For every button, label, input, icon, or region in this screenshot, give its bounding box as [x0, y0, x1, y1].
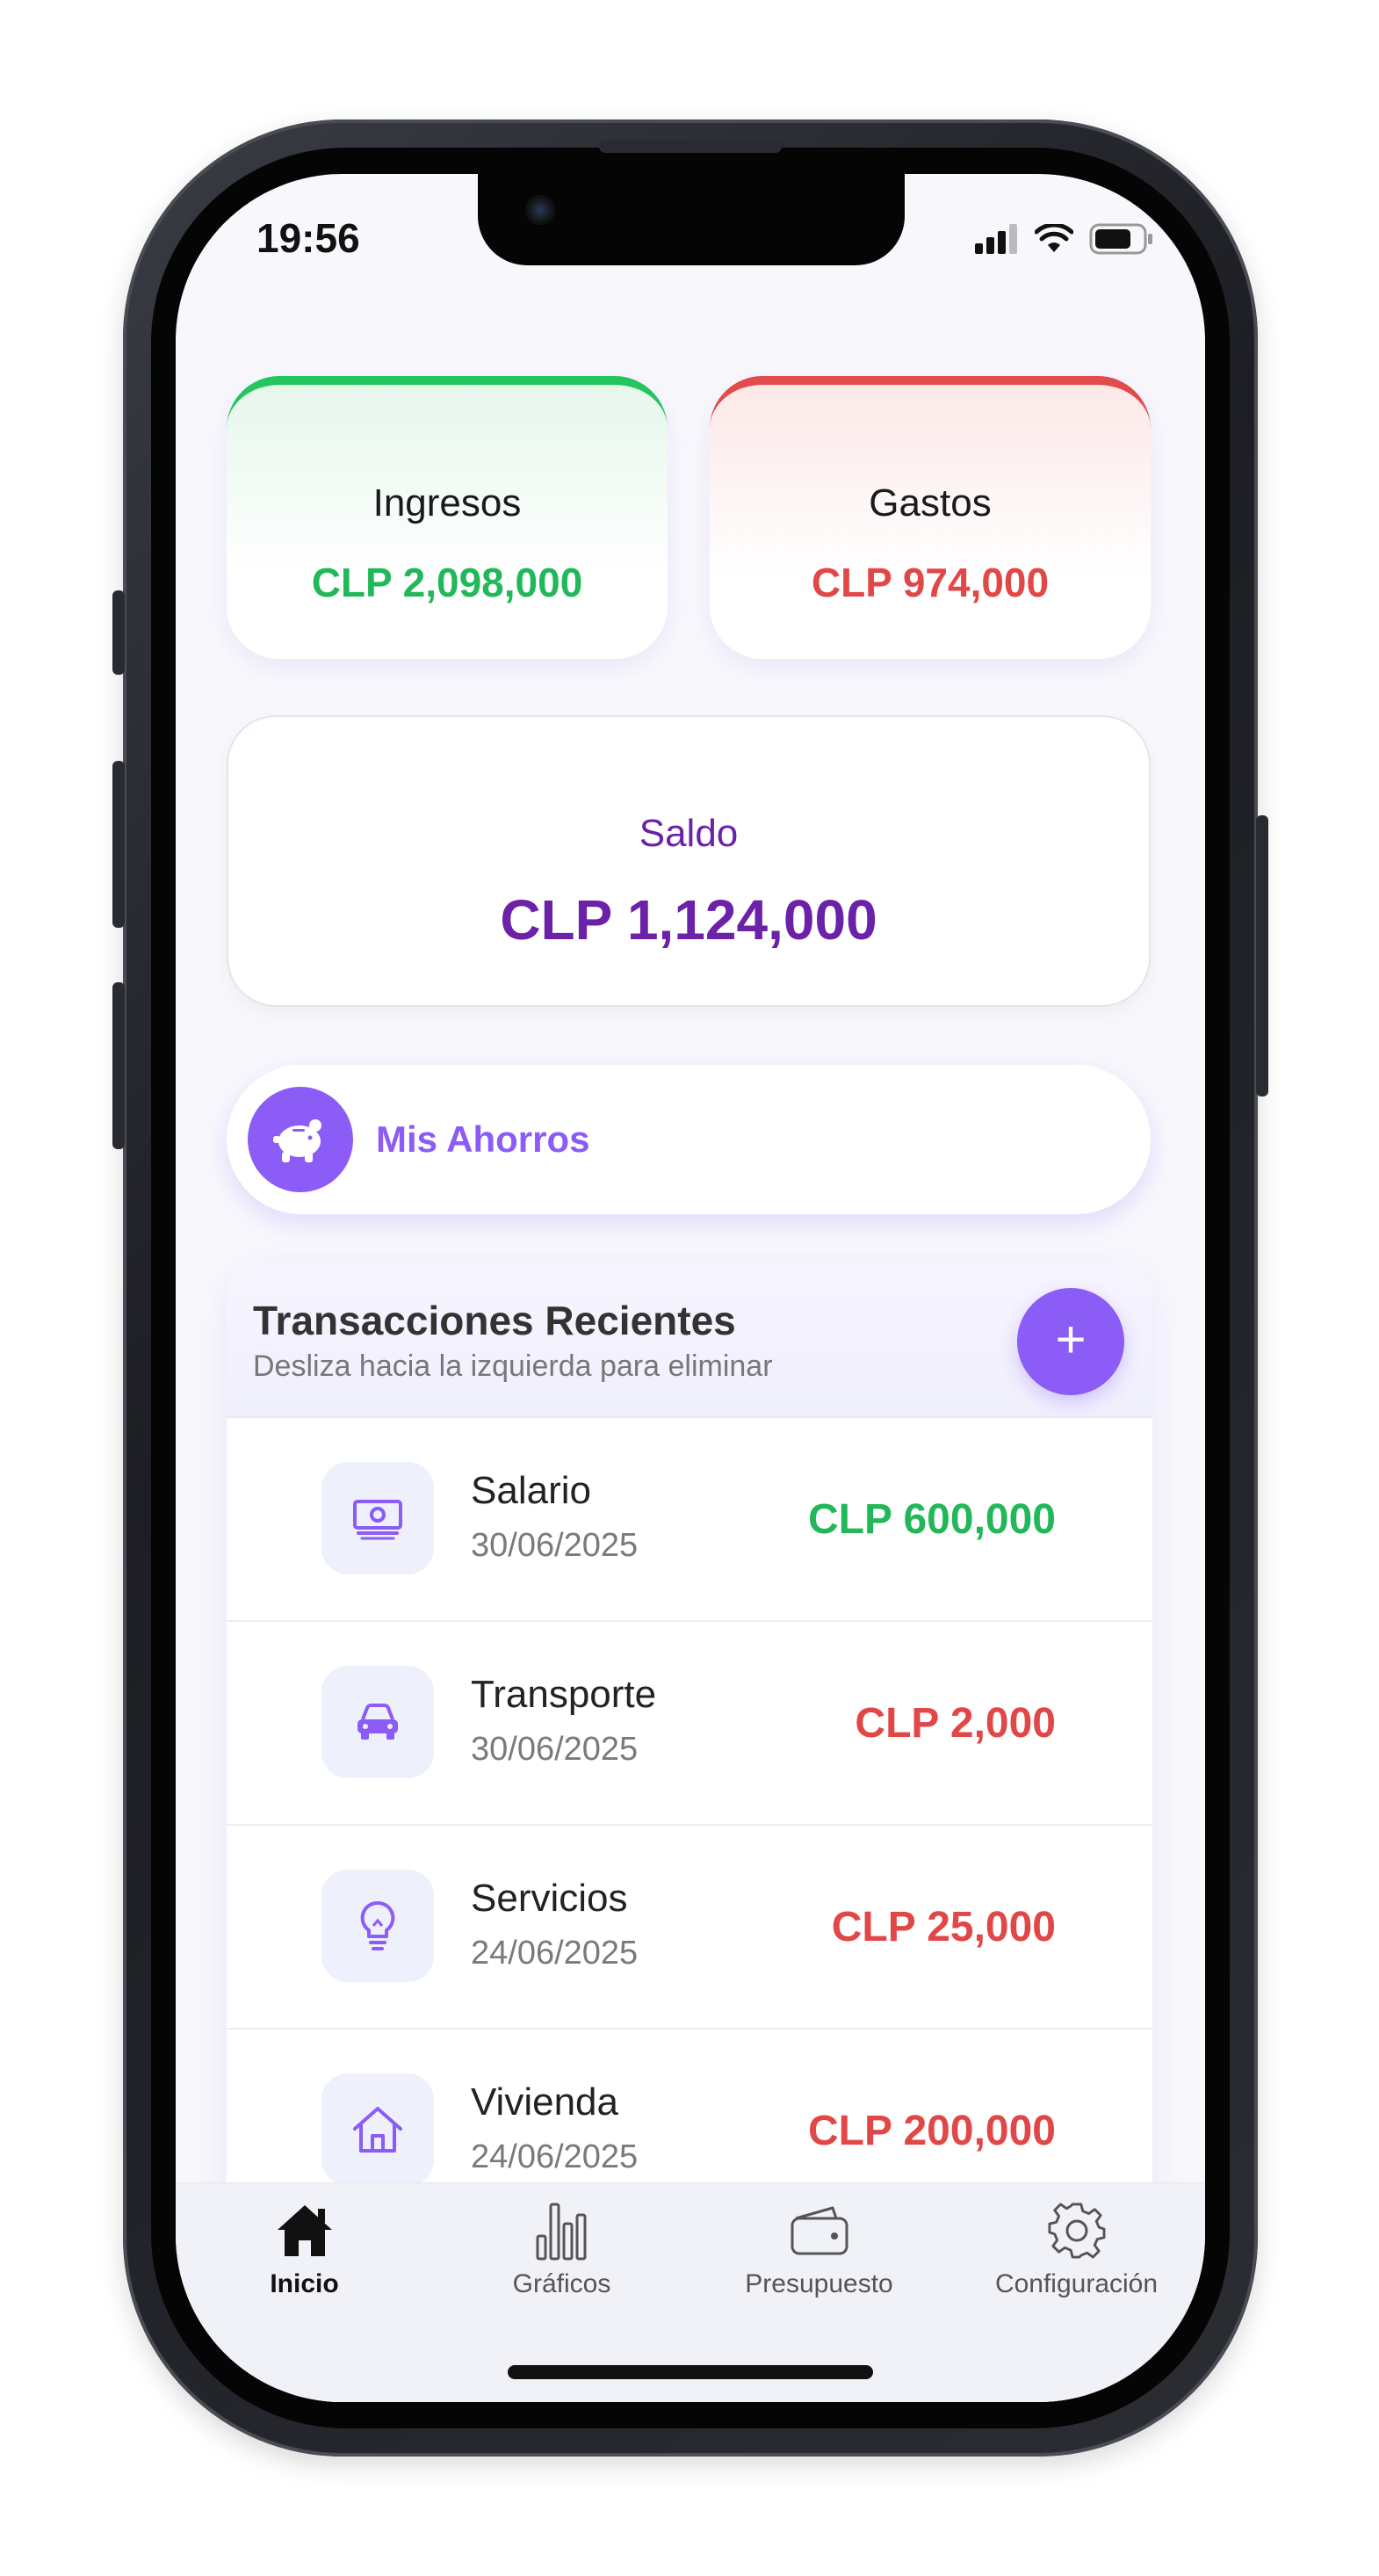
earpiece-speaker [599, 141, 782, 153]
tab-configuracion[interactable]: Configuración [948, 2199, 1205, 2299]
transaction-date: 30/06/2025 [471, 1527, 639, 1564]
transaction-name: Vivienda [471, 2080, 618, 2124]
front-camera [525, 195, 555, 225]
signal-icon [975, 224, 1017, 254]
transaction-name: Salario [471, 1469, 591, 1512]
transaction-date: 24/06/2025 [471, 1935, 639, 1972]
power-button [1256, 815, 1268, 1096]
money-icon [321, 1462, 434, 1574]
bottom-tab-bar: Inicio Gráficos Presupuesto Configuració… [176, 2182, 1205, 2402]
transaction-amount: CLP 200,000 [808, 2108, 1056, 2154]
expense-card[interactable]: Gastos CLP 974,000 [710, 376, 1151, 659]
transaction-date: 30/06/2025 [471, 1731, 639, 1768]
house-icon [321, 2073, 434, 2186]
transactions-title: Transacciones Recientes [253, 1298, 736, 1343]
balance-amount: CLP 1,124,000 [500, 888, 877, 952]
income-label: Ingresos [372, 481, 522, 525]
tab-label: Presupuesto [745, 2269, 893, 2298]
transaction-amount: CLP 600,000 [808, 1496, 1056, 1543]
tab-label: Gráficos [512, 2269, 611, 2298]
status-time: 19:56 [256, 215, 360, 261]
transaction-row[interactable]: Salario 30/06/2025 CLP 600,000 [227, 1418, 1152, 1622]
transaction-name: Servicios [471, 1877, 628, 1920]
transaction-row[interactable]: Servicios 24/06/2025 CLP 25,000 [227, 1826, 1152, 2030]
balance-label: Saldo [639, 812, 739, 855]
silent-switch [112, 590, 125, 675]
transactions-header: Transacciones Recientes Desliza hacia la… [227, 1262, 1152, 1418]
bar-chart-icon [433, 2199, 690, 2262]
savings-button[interactable]: Mis Ahorros [227, 1065, 1151, 1214]
transaction-amount: CLP 2,000 [855, 1700, 1056, 1747]
transactions-subtitle: Desliza hacia la izquierda para eliminar [253, 1350, 773, 1383]
wifi-icon [1035, 224, 1073, 252]
home-icon [176, 2199, 433, 2262]
expense-label: Gastos [869, 481, 992, 525]
piggy-bank-icon [248, 1087, 353, 1192]
volume-up-button [112, 761, 125, 928]
tab-graficos[interactable]: Gráficos [433, 2199, 690, 2299]
income-card[interactable]: Ingresos CLP 2,098,000 [227, 376, 668, 659]
add-transaction-button[interactable]: + [1017, 1288, 1124, 1395]
tab-presupuesto[interactable]: Presupuesto [690, 2199, 948, 2299]
notch [478, 174, 905, 265]
transaction-amount: CLP 25,000 [831, 1904, 1056, 1950]
battery-icon [1089, 223, 1152, 255]
wallet-icon [690, 2199, 948, 2262]
transaction-date: 24/06/2025 [471, 2138, 639, 2175]
app-screen: 19:56 Ingresos CLP 2,098,000 Gastos CLP … [176, 174, 1205, 2402]
tab-label: Configuración [994, 2269, 1159, 2298]
lightbulb-icon [321, 1870, 434, 1982]
status-icons [975, 223, 1154, 255]
home-indicator[interactable] [508, 2365, 873, 2379]
savings-label: Mis Ahorros [376, 1118, 590, 1160]
tab-label: Inicio [270, 2269, 339, 2298]
income-amount: CLP 2,098,000 [311, 560, 583, 605]
transaction-name: Transporte [471, 1673, 657, 1716]
balance-card[interactable]: Saldo CLP 1,124,000 [227, 715, 1151, 1007]
car-icon [321, 1666, 434, 1778]
volume-down-button [112, 982, 125, 1149]
gear-icon [948, 2199, 1205, 2262]
transaction-row[interactable]: Transporte 30/06/2025 CLP 2,000 [227, 1622, 1152, 1826]
tab-inicio[interactable]: Inicio [176, 2199, 433, 2299]
expense-amount: CLP 974,000 [811, 560, 1050, 605]
